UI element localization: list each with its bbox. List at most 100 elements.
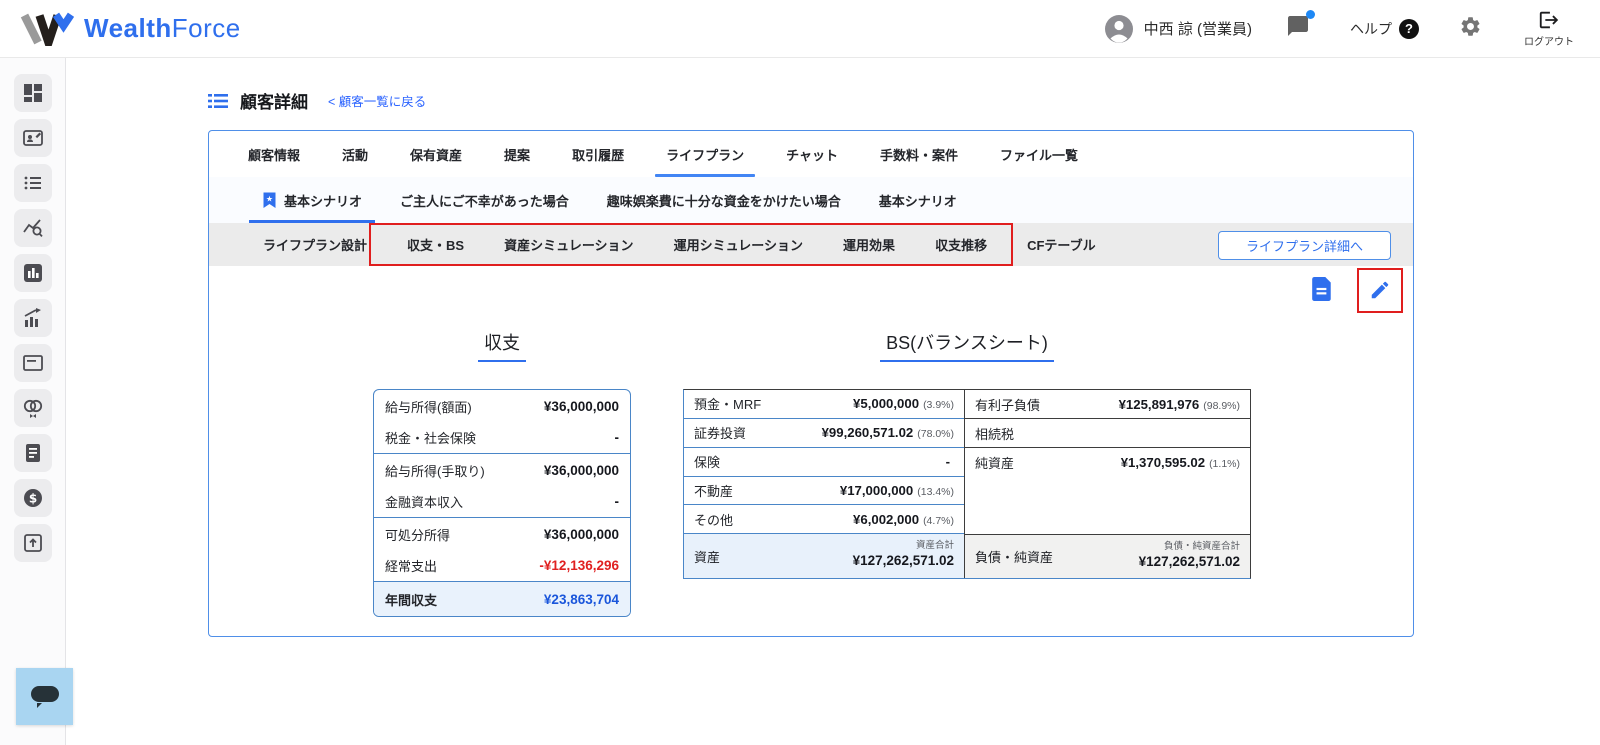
sidebar-list-button[interactable] [13,164,52,202]
sidebar-document-button[interactable] [13,434,52,472]
table-row: 相続税 [965,419,1250,448]
tab-chat[interactable]: チャット [765,131,859,177]
table-row: 給与所得(手取り) ¥36,000,000 [374,454,630,486]
settings-button[interactable] [1459,15,1482,43]
scenario-tab-label: 基本シナリオ [878,193,957,209]
svg-text:★: ★ [266,194,273,203]
row-percent: (78.0%) [917,428,954,441]
income-title-text: 収支 [478,329,526,362]
sidebar-contact-button[interactable] [13,119,52,157]
tab-holdings[interactable]: 保有資産 [389,131,483,177]
total-value: ¥127,262,571.02 [852,553,954,569]
scenario-tab-bar: ★ 基本シナリオ ご主人にご不幸があった場合 趣味娯楽費に十分な資金をかけたい場… [209,177,1413,223]
bar-chart-icon [23,264,42,282]
row-label: 給与所得(額面) [385,399,472,415]
tab-fees-cases[interactable]: 手数料・案件 [859,131,979,177]
subtab-cf-table[interactable]: CFテーブル [1007,235,1116,254]
gear-icon [1461,16,1480,36]
card-text-icon [22,355,43,371]
row-value: ¥17,000,000 [839,482,914,498]
row-value: ¥36,000,000 [543,526,619,542]
growth-chart-icon [24,308,41,327]
row-label: 負債・純資産 [975,550,1054,565]
table-row: 純資産 ¥1,370,595.02 (1.1%) [965,448,1250,477]
user-menu[interactable]: 中西 諒 (営業員) [1104,14,1252,44]
scenario-tab-label: 基本シナリオ [284,193,363,209]
sidebar-card-button[interactable] [13,344,52,382]
help-button[interactable]: ヘルプ ? [1350,18,1419,39]
row-label: 年間収支 [385,592,438,608]
tab-life-plan[interactable]: ライフプラン [645,131,765,177]
scenario-tab-basic-2[interactable]: 基本シナリオ [860,177,976,223]
row-percent: (4.7%) [923,514,954,527]
tab-file-list[interactable]: ファイル一覧 [979,131,1099,177]
scenario-tab-label: 趣味娯楽費に十分な資金をかけたい場合 [606,193,841,209]
edit-button[interactable] [1369,279,1391,306]
row-value: - [614,494,620,509]
total-value: ¥127,262,571.02 [1138,553,1240,569]
row-label: その他 [694,512,734,528]
sidebar-fees-button[interactable]: $ [13,479,52,517]
sidebar-growth-chart-button[interactable] [13,299,52,337]
left-sidebar: $ [0,58,66,745]
row-value: ¥1,370,595.02 [1120,455,1206,470]
document-icon [25,444,40,462]
subtab-investment-simulation[interactable]: 運用シミュレーション [654,235,823,254]
app-header: WealthForce 中西 諒 (営業員) ヘルプ ? ログアウト [0,0,1600,58]
table-row-total: 年間収支 ¥23,863,704 [374,582,630,616]
chat-widget-button[interactable] [16,668,73,725]
bs-liabilities-column: 有利子負債 ¥125,891,976 (98.9%) 相続税 純資産 ¥1,370… [964,390,1250,578]
chart-search-icon [22,219,43,238]
sidebar-dashboard-button[interactable] [13,74,52,112]
user-name: 中西 諒 (営業員) [1143,21,1252,38]
logout-button[interactable]: ログアウト [1524,9,1574,48]
table-row: 税金・社会保険 - [374,422,630,454]
tab-customer-info[interactable]: 顧客情報 [227,131,321,177]
blue-document-icon [1312,277,1331,301]
row-label: 税金・社会保険 [385,431,477,446]
sidebar-bar-chart-button[interactable] [13,254,52,292]
subtab-income-trend[interactable]: 収支推移 [915,235,1007,254]
dashboard-icon [23,84,42,102]
table-row: 可処分所得 ¥36,000,000 [374,518,630,550]
subtab-income-bs[interactable]: 収支・BS [387,235,484,254]
sidebar-chart-search-button[interactable] [13,209,52,247]
subtab-asset-simulation[interactable]: 資産シミュレーション [484,235,653,254]
page-list-icon [208,93,228,108]
notification-dot [1306,10,1315,19]
row-label: 相続税 [975,426,1015,442]
scenario-tab-basic[interactable]: ★ 基本シナリオ [243,177,381,223]
row-value: ¥36,000,000 [543,462,619,478]
subtab-life-plan-design[interactable]: ライフプラン設計 [243,235,387,254]
scenario-tab-hobby-funds[interactable]: 趣味娯楽費に十分な資金をかけたい場合 [588,177,860,223]
table-row: 預金・MRF ¥5,000,000 (3.9%) [684,390,964,419]
sidebar-export-button[interactable] [13,524,52,562]
sidebar-rings-button[interactable] [13,389,52,427]
tab-activity[interactable]: 活動 [321,131,389,177]
chat-notification-button[interactable] [1286,10,1315,43]
tab-proposal[interactable]: 提案 [483,131,551,177]
back-to-customer-list-link[interactable]: < 顧客一覧に戻る [328,91,426,110]
pencil-icon [1371,281,1389,299]
row-value: - [614,430,620,445]
logout-icon [1539,11,1559,29]
subtab-investment-effect[interactable]: 運用効果 [823,235,915,254]
row-value: ¥6,002,000 [853,511,920,527]
row-label: 保険 [694,455,721,471]
table-row: 証券投資 ¥99,260,571.02 (78.0%) [684,419,964,448]
life-plan-detail-button[interactable]: ライフプラン詳細へ [1217,231,1391,260]
row-label: 証券投資 [694,426,747,442]
row-label: 不動産 [694,483,734,499]
total-caption: 負債・純資産合計 [1163,540,1240,552]
row-value: ¥36,000,000 [543,398,619,414]
tab-transaction-history[interactable]: 取引履歴 [551,131,645,177]
row-label: 給与所得(手取り) [385,463,485,479]
row-value-negative: -¥12,136,296 [539,558,619,573]
chat-bubble-icon [30,685,59,708]
avatar-icon [1104,14,1133,43]
scenario-tab-husband-misfortune[interactable]: ご主人にご不幸があった場合 [381,177,588,223]
row-label: 預金・MRF [694,397,762,413]
report-document-button[interactable] [1311,277,1333,306]
row-label: 純資産 [975,456,1015,471]
logo-text: WealthForce [84,13,241,44]
